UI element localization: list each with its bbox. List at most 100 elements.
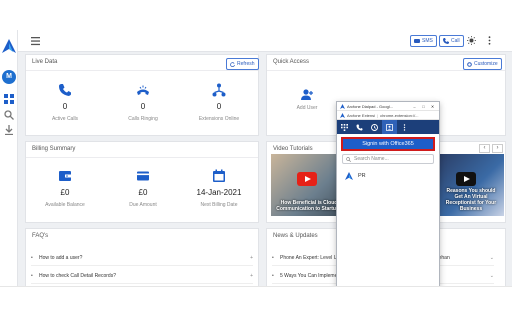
video-caption: How Beneficial is Cloud Communication to… [276, 200, 342, 212]
expand-plus-icon[interactable]: + [245, 273, 253, 279]
hamburger-menu-icon[interactable] [31, 36, 40, 46]
faq-question: How to add a user? [39, 254, 83, 261]
calls-tab[interactable] [352, 120, 367, 134]
billing-due-amount: £0 Due Amount [108, 169, 178, 208]
billing-next-date: 14-Jan-2021 Next Billing Date [184, 169, 254, 208]
billing-label: Available Balance [45, 202, 85, 208]
play-icon [456, 172, 476, 186]
close-icon[interactable]: ✕ [429, 104, 436, 109]
contacts-tab[interactable] [382, 120, 397, 134]
expand-plus-icon[interactable]: + [245, 255, 253, 261]
sms-icon [414, 38, 420, 43]
panel-title: FAQ's [32, 233, 49, 239]
refresh-label: Refresh [237, 61, 255, 67]
stat-value: 0 [62, 102, 68, 111]
search-icon [346, 156, 351, 162]
stat-value: 0 [216, 102, 222, 111]
bullet-icon: • [31, 272, 33, 279]
panel-title: Billing Summary [32, 146, 76, 152]
live-data-panel: Live Data Refresh 0 Active Calls 0 Calls… [25, 54, 259, 136]
sms-label: SMS [422, 38, 433, 44]
search-placeholder: Search Name... [354, 156, 389, 162]
contact-search-input[interactable]: Search Name... [342, 154, 434, 164]
customize-button[interactable]: Customize [463, 58, 502, 70]
arcfone-logo [345, 172, 353, 180]
stat-label: Calls Ringing [128, 116, 158, 122]
video-next-button[interactable]: › [492, 144, 503, 153]
dialpad-tab[interactable] [337, 120, 352, 134]
refresh-button[interactable]: Refresh [226, 58, 259, 70]
gear-icon [467, 61, 472, 67]
sms-button[interactable]: SMS [410, 35, 437, 47]
left-rail: M [0, 30, 18, 286]
search-icon[interactable] [4, 110, 14, 120]
add-user-shortcut[interactable]: Add User [287, 89, 327, 111]
download-icon[interactable] [4, 125, 14, 135]
video-thumbnail[interactable]: Reasons You should Get An Virtual Recept… [438, 154, 504, 216]
add-user-icon [301, 89, 313, 100]
stat-label: Extensions Online [198, 116, 240, 122]
stat-value: 0 [140, 102, 146, 111]
video-caption: Reasons You should Get An Virtual Recept… [445, 188, 497, 212]
add-user-label: Add User [296, 105, 318, 111]
popup-toolbar [337, 120, 439, 134]
contact-list-item[interactable]: PR [345, 172, 431, 180]
minimize-icon[interactable]: – [411, 104, 418, 109]
history-tab[interactable] [367, 120, 382, 134]
phone-icon [443, 38, 449, 44]
divider [26, 70, 258, 71]
play-icon [297, 172, 317, 186]
credit-card-icon [137, 171, 149, 181]
popup-title-bar: Arcfone Dialpad - Googl... – □ ✕ [337, 102, 439, 111]
chevron-down-icon[interactable]: ⌄ [484, 255, 494, 261]
contact-name: PR [358, 173, 366, 179]
network-icon [212, 83, 226, 97]
ringing-phone-icon [137, 85, 149, 95]
popup-more-tab[interactable] [397, 120, 412, 134]
dashboard-app: M SMS Call Live Data Refresh 0 Active Ca… [0, 30, 512, 286]
customize-label: Customize [474, 61, 498, 67]
arcfone-logo[interactable] [2, 39, 16, 53]
stat-extensions-online: 0 Extensions Online [184, 83, 254, 122]
address-url: chrome-extension://... [380, 112, 419, 118]
video-prev-button[interactable]: ‹ [479, 144, 490, 153]
arcfone-logo [340, 103, 345, 109]
panel-title: News & Updates [273, 233, 318, 239]
billing-value: £0 [60, 188, 70, 197]
faq-question: How to check Call Detail Records? [39, 272, 116, 279]
stat-label: Active Calls [51, 116, 79, 122]
dialpad-icon [341, 123, 348, 131]
theme-toggle-icon[interactable] [467, 36, 476, 45]
billing-value: £0 [138, 188, 148, 197]
dashboard-icon[interactable] [4, 94, 14, 104]
refresh-icon [230, 61, 235, 67]
maximize-icon[interactable]: □ [420, 104, 427, 109]
stat-active-calls: 0 Active Calls [30, 83, 100, 122]
billing-label: Due Amount [129, 202, 157, 208]
billing-available-balance: £0 Available Balance [30, 169, 100, 208]
more-options-icon[interactable] [485, 36, 494, 45]
popup-address-bar: Arcfone Extensi | chrome-extension://... [337, 111, 439, 120]
divider [267, 70, 505, 71]
signin-office365-button[interactable]: Signin with Office365 [341, 137, 435, 151]
billing-value: 14-Jan-2021 [196, 188, 242, 197]
billing-label: Next Billing Date [200, 202, 238, 208]
chevron-down-icon[interactable]: ⌄ [484, 273, 494, 279]
panel-title: Video Tutorials [273, 146, 313, 152]
bullet-icon: • [272, 254, 274, 261]
faq-item[interactable]: • How to add a user? + [31, 250, 253, 266]
address-site-name: Arcfone Extensi [347, 112, 376, 118]
bullet-icon: • [272, 272, 274, 279]
stat-calls-ringing: 0 Calls Ringing [108, 83, 178, 122]
contacts-icon [386, 123, 393, 131]
call-label: Call [451, 38, 460, 44]
panel-title: Quick Access [273, 59, 310, 65]
history-icon [371, 123, 378, 131]
phone-icon [59, 84, 71, 96]
bullet-icon: • [31, 254, 33, 261]
faq-item[interactable]: • How to check Call Detail Records? + [31, 268, 253, 284]
avatar[interactable]: M [2, 70, 16, 84]
popup-window-title: Arcfone Dialpad - Googl... [347, 103, 394, 109]
call-button[interactable]: Call [439, 35, 464, 47]
divider [26, 157, 258, 158]
